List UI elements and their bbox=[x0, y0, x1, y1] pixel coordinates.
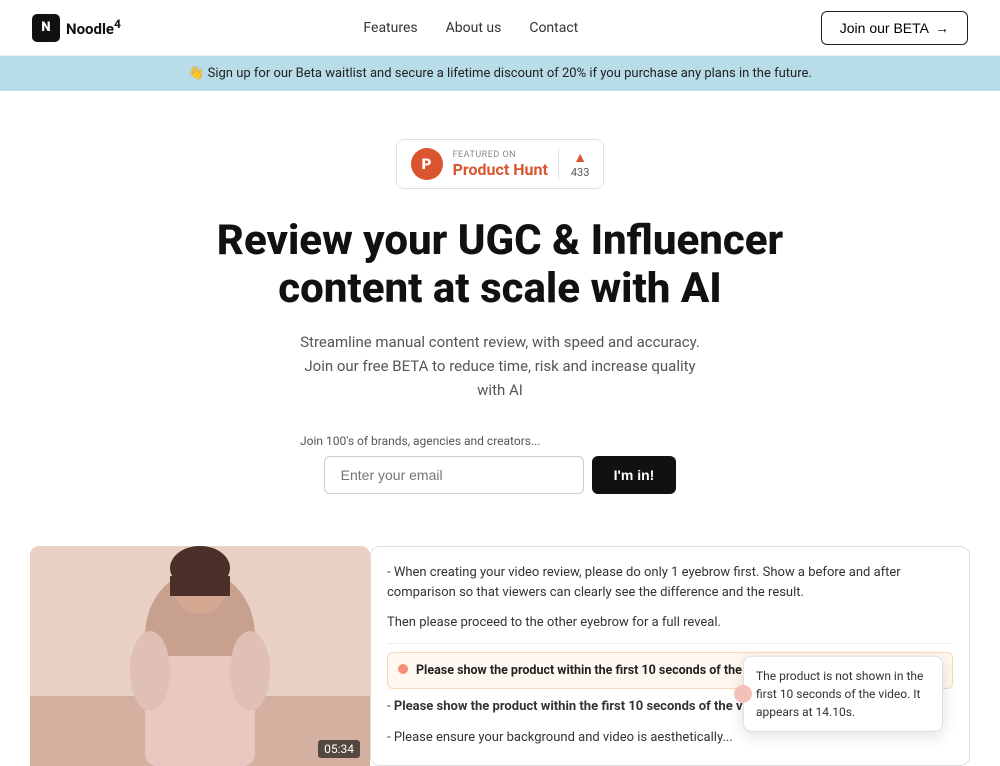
product-hunt-logo: P bbox=[411, 148, 443, 180]
review-item-3-text: Please show the product within the first… bbox=[416, 661, 779, 680]
banner-emoji: 👋 bbox=[188, 66, 204, 81]
review-divider bbox=[387, 643, 953, 644]
video-timestamp: 05:34 bbox=[318, 740, 360, 758]
review-item-3-container: Please show the product within the first… bbox=[387, 652, 953, 689]
form-label: Join 100's of brands, agencies and creat… bbox=[300, 434, 700, 448]
logo-wordmark: Noodle4 bbox=[66, 17, 121, 38]
join-beta-button[interactable]: Join our BETA → bbox=[821, 11, 968, 45]
headline-line1: Review your UGC & Influencer bbox=[217, 216, 783, 265]
video-background-svg bbox=[30, 546, 370, 766]
email-form-row: I'm in! bbox=[20, 456, 980, 494]
hero-section: P FEATURED ON Product Hunt ▲ 433 Review … bbox=[0, 91, 1000, 522]
product-hunt-badge[interactable]: P FEATURED ON Product Hunt ▲ 433 bbox=[396, 139, 605, 189]
review-item-2: Then please proceed to the other eyebrow… bbox=[387, 613, 953, 633]
submit-button[interactable]: I'm in! bbox=[592, 456, 677, 494]
review-item-1: - When creating your video review, pleas… bbox=[387, 563, 953, 603]
review-panel[interactable]: - When creating your video review, pleas… bbox=[370, 546, 970, 766]
arrow-icon: → bbox=[935, 20, 949, 36]
tooltip-text: The product is not shown in the first 10… bbox=[756, 669, 923, 719]
hero-headline: Review your UGC & Influencer content at … bbox=[200, 217, 800, 314]
logo[interactable]: N Noodle4 bbox=[32, 14, 121, 42]
navbar: N Noodle4 Features About us Contact Join… bbox=[0, 0, 1000, 56]
tooltip-dot-icon bbox=[734, 685, 752, 703]
video-thumbnail[interactable]: 05:34 bbox=[30, 546, 370, 766]
email-input[interactable] bbox=[324, 456, 584, 494]
ph-upvote-count: ▲ 433 bbox=[558, 149, 590, 179]
logo-box: N bbox=[32, 14, 60, 42]
headline-line2: content at scale with AI bbox=[278, 264, 722, 313]
hero-subtext: Streamline manual content review, with s… bbox=[300, 330, 700, 402]
banner-text: Sign up for our Beta waitlist and secure… bbox=[208, 66, 812, 81]
ph-count-number: 433 bbox=[571, 166, 590, 179]
nav-links: Features About us Contact bbox=[363, 20, 578, 36]
announcement-banner: 👋 Sign up for our Beta waitlist and secu… bbox=[0, 56, 1000, 91]
nav-link-about[interactable]: About us bbox=[446, 20, 502, 36]
ph-triangle-icon: ▲ bbox=[573, 149, 587, 166]
logo-letter: N bbox=[41, 20, 50, 35]
tooltip-card: The product is not shown in the first 10… bbox=[743, 656, 943, 732]
email-signup-form: Join 100's of brands, agencies and creat… bbox=[20, 434, 980, 494]
nav-link-contact[interactable]: Contact bbox=[529, 20, 578, 36]
ph-featured-label: FEATURED ON bbox=[453, 150, 517, 160]
video-frame: 05:34 bbox=[30, 546, 370, 766]
content-area: 05:34 - When creating your video review,… bbox=[10, 546, 990, 766]
product-hunt-text: FEATURED ON Product Hunt bbox=[453, 150, 548, 179]
alert-dot-icon bbox=[398, 664, 408, 674]
ph-name: Product Hunt bbox=[453, 160, 548, 179]
nav-link-features[interactable]: Features bbox=[363, 20, 417, 36]
